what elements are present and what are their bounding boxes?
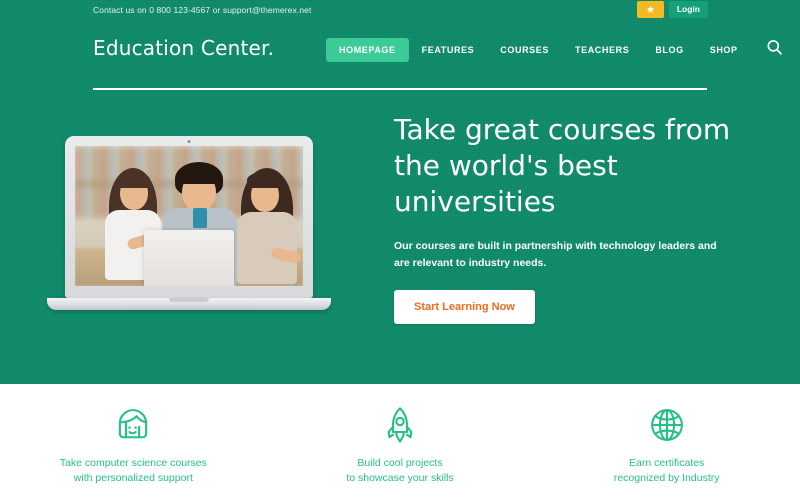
contact-info: Contact us on 0 800 123-4567 or support@… [93,5,312,15]
nav-item-homepage[interactable]: HOMEPAGE [326,38,409,62]
header-divider [93,88,707,90]
feature-text-certificates: Earn certificates recognized by Industry [614,456,720,486]
feature-item-certificates: Earn certificates recognized by Industry [533,384,800,500]
hero-content: Take great courses from the world's best… [394,112,754,324]
feature-line-1: Take computer science courses [59,457,207,469]
open-laptop-in-photo [144,230,234,286]
feature-line-1: Build cool projects [357,457,443,469]
nav-item-shop[interactable]: SHOP [697,38,751,62]
laptop-screen [75,146,303,286]
star-icon [646,5,655,14]
site-header: Education Center. HOMEPAGE FEATURES COUR… [0,30,800,78]
favorites-button[interactable] [636,1,664,18]
features-section: Take computer science courses with perso… [0,384,800,500]
hero-subtitle: Our courses are built in partnership wit… [394,240,717,269]
laptop-base [47,298,331,310]
hero-headline: Take great courses from the world's best… [394,113,731,218]
rocket-icon [379,402,421,448]
hero-laptop-image [47,136,331,310]
hero-section: Contact us on 0 800 123-4567 or support@… [0,0,800,384]
site-logo[interactable]: Education Center. [93,36,274,60]
globe-icon [646,402,688,448]
page-root: Contact us on 0 800 123-4567 or support@… [0,0,800,500]
students-photo [75,146,303,286]
feature-text-courses: Take computer science courses with perso… [60,456,207,486]
nav-item-features[interactable]: FEATURES [409,38,488,62]
nav-item-courses[interactable]: COURSES [487,38,562,62]
main-navigation: HOMEPAGE FEATURES COURSES TEACHERS BLOG … [326,38,784,62]
girl-face-icon [112,402,154,448]
top-bar-actions: Login [636,1,708,18]
nav-item-teachers[interactable]: TEACHERS [562,38,642,62]
laptop-notch [169,298,209,302]
login-button[interactable]: Login [668,1,708,18]
feature-line-2: with personalized support [73,472,193,484]
feature-item-courses: Take computer science courses with perso… [0,384,267,500]
laptop-lid [65,136,313,298]
feature-item-projects: Build cool projects to showcase your ski… [267,384,534,500]
feature-line-2: recognized by Industry [613,472,720,484]
laptop-camera [187,140,191,143]
search-icon [765,38,784,62]
top-bar: Contact us on 0 800 123-4567 or support@… [0,0,800,22]
feature-line-1: Earn certificates [629,457,705,469]
feature-line-2: to showcase your skills [346,472,454,484]
start-learning-button[interactable]: Start Learning Now [394,290,535,324]
nav-item-blog[interactable]: BLOG [642,38,696,62]
feature-text-projects: Build cool projects to showcase your ski… [346,456,453,486]
search-button[interactable] [765,38,784,62]
